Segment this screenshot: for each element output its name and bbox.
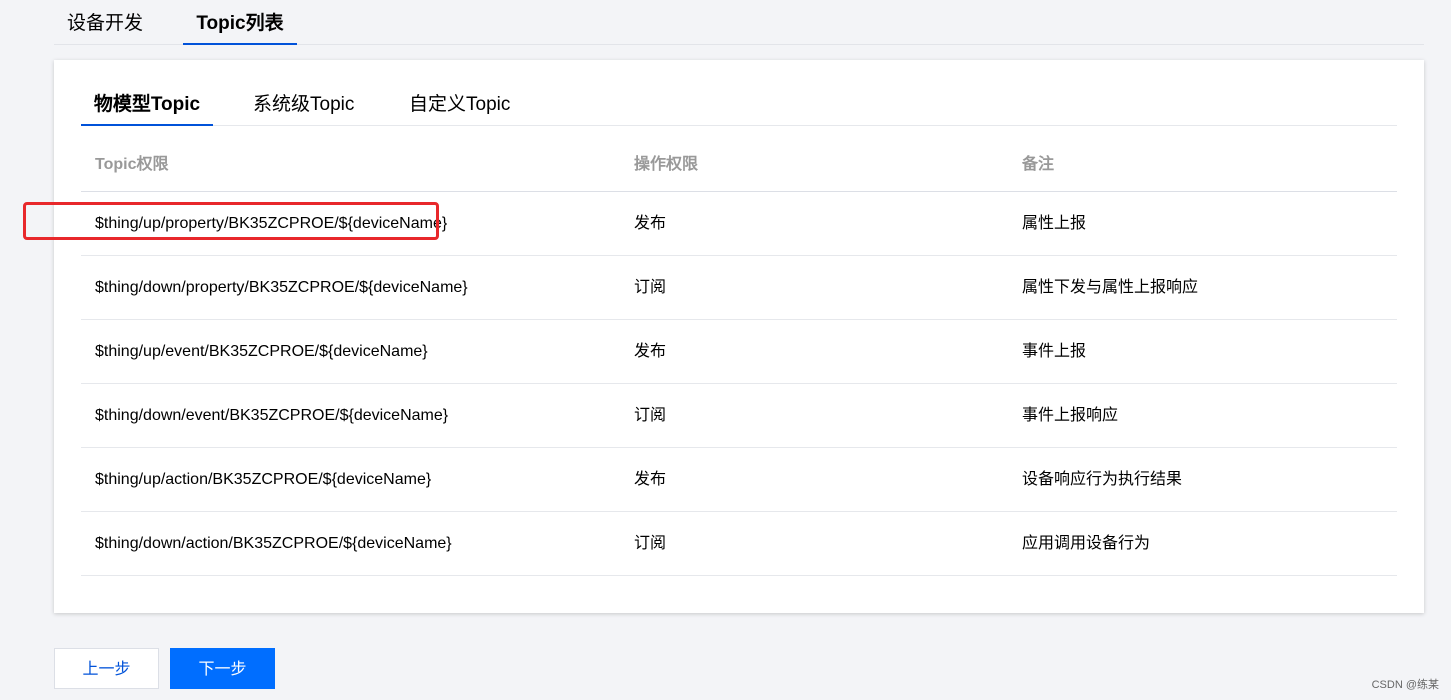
next-step-button[interactable]: 下一步 — [170, 648, 275, 689]
topic-cell: $thing/up/property/BK35ZCPROE/${deviceNa… — [95, 215, 448, 232]
note-cell: 属性下发与属性上报响应 — [1022, 279, 1199, 296]
permission-cell: 订阅 — [634, 535, 667, 552]
permission-cell: 发布 — [634, 471, 667, 488]
topic-table: Topic权限 操作权限 备注 $thing/up/property/BK35Z… — [81, 140, 1397, 576]
previous-step-button[interactable]: 上一步 — [54, 648, 159, 689]
permission-cell: 发布 — [634, 343, 667, 360]
topic-cell: $thing/down/event/BK35ZCPROE/${deviceNam… — [95, 407, 449, 424]
column-header-permission: 操作权限 — [634, 156, 699, 173]
note-cell: 应用调用设备行为 — [1022, 535, 1151, 552]
sub-tab-bar: 物模型Topic 系统级Topic 自定义Topic — [81, 85, 1397, 126]
column-header-note: 备注 — [1022, 156, 1055, 173]
topic-cell: $thing/up/event/BK35ZCPROE/${deviceName} — [95, 343, 428, 360]
table-row: $thing/up/property/BK35ZCPROE/${deviceNa… — [81, 192, 1397, 256]
permission-cell: 订阅 — [634, 407, 667, 424]
note-cell: 事件上报 — [1022, 343, 1087, 360]
table-row: $thing/down/action/BK35ZCPROE/${deviceNa… — [81, 512, 1397, 576]
table-header: Topic权限 操作权限 备注 — [81, 140, 1397, 192]
tab-system-topic[interactable]: 系统级Topic — [253, 85, 354, 125]
topic-cell: $thing/up/action/BK35ZCPROE/${deviceName… — [95, 471, 432, 488]
table-row: $thing/up/action/BK35ZCPROE/${deviceName… — [81, 448, 1397, 512]
top-tab-bar: 设备开发 Topic列表 — [54, 0, 1424, 45]
column-header-topic: Topic权限 — [95, 156, 169, 173]
tab-thing-model-topic[interactable]: 物模型Topic — [81, 85, 213, 126]
note-cell: 属性上报 — [1022, 215, 1087, 232]
topic-card: 物模型Topic 系统级Topic 自定义Topic Topic权限 操作权限 … — [54, 60, 1424, 613]
topic-cell: $thing/down/property/BK35ZCPROE/${device… — [95, 279, 468, 296]
note-cell: 设备响应行为执行结果 — [1022, 471, 1183, 488]
tab-topic-list[interactable]: Topic列表 — [183, 0, 297, 45]
table-row: $thing/down/property/BK35ZCPROE/${device… — [81, 256, 1397, 320]
permission-cell: 发布 — [634, 215, 667, 232]
topic-cell: $thing/down/action/BK35ZCPROE/${deviceNa… — [95, 535, 452, 552]
table-row: $thing/up/event/BK35ZCPROE/${deviceName}… — [81, 320, 1397, 384]
tab-custom-topic[interactable]: 自定义Topic — [409, 85, 510, 125]
note-cell: 事件上报响应 — [1022, 407, 1119, 424]
watermark: CSDN @练某 — [1371, 679, 1439, 691]
tab-device-development[interactable]: 设备开发 — [67, 0, 143, 44]
table-row: $thing/down/event/BK35ZCPROE/${deviceNam… — [81, 384, 1397, 448]
permission-cell: 订阅 — [634, 279, 667, 296]
